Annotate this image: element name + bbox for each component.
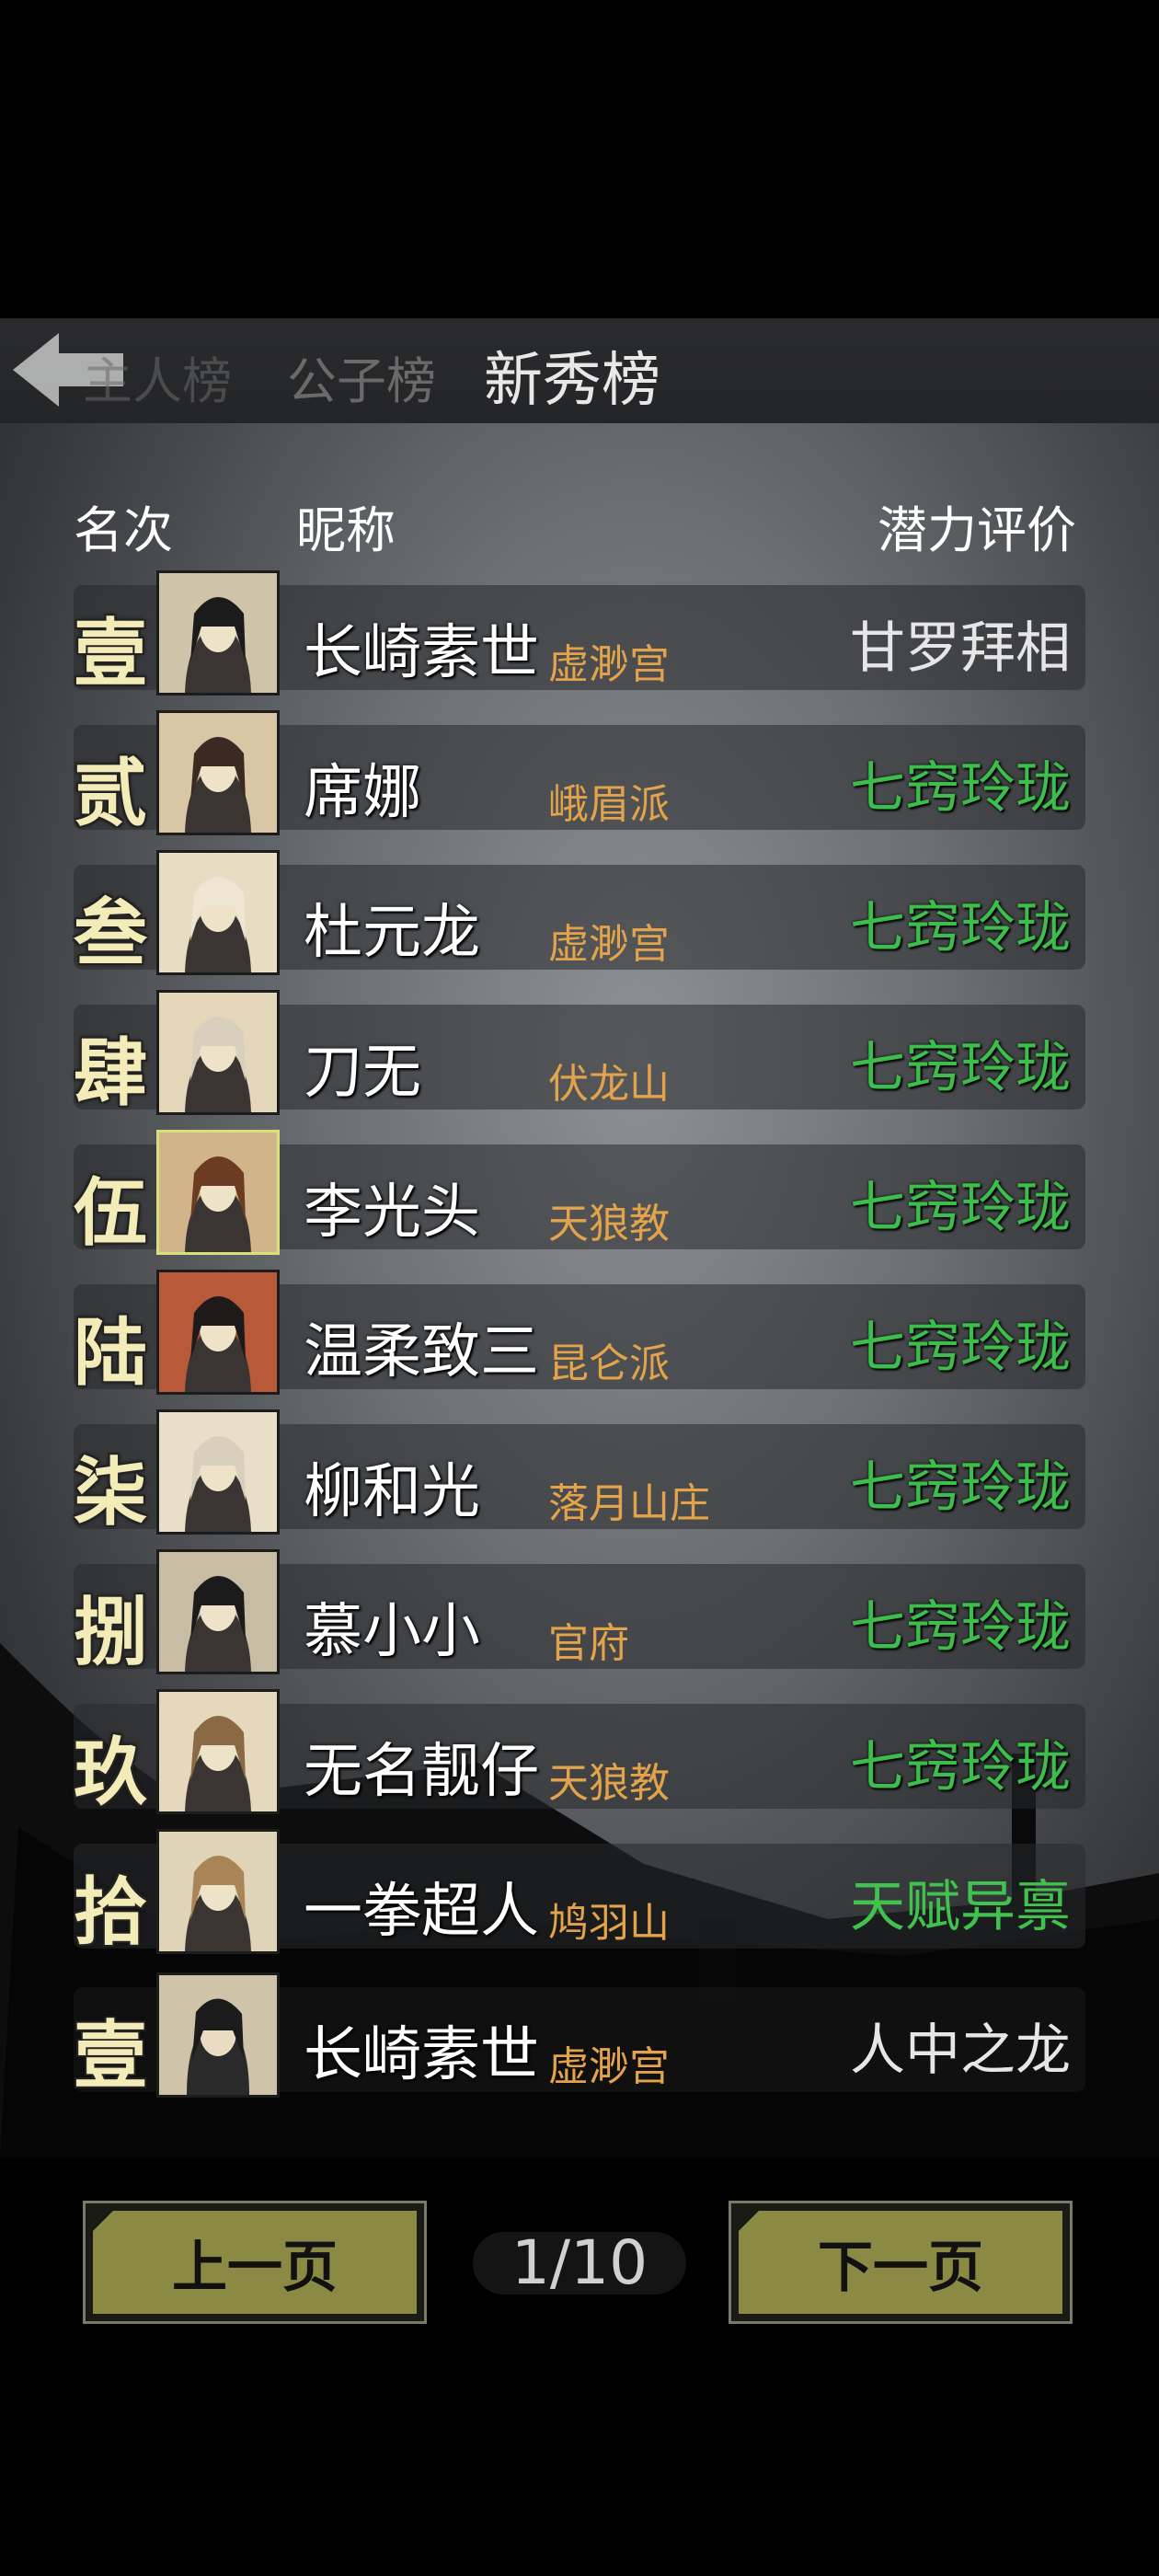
ranking-row[interactable]: 捌 慕小小 官府 七窍玲珑	[74, 1549, 1085, 1675]
player-nickname: 无名靓仔	[304, 1738, 539, 1806]
player-rating: 七窍玲珑	[850, 896, 1071, 960]
player-sect: 虚渺宫	[548, 921, 670, 968]
player-sect: 鸠羽山	[548, 1900, 670, 1947]
player-nickname: 席娜	[304, 759, 421, 827]
tab-rookie[interactable]: 新秀榜	[484, 333, 660, 418]
player-nickname: 柳和光	[304, 1458, 480, 1526]
ranking-row[interactable]: 壹 长崎素世 虚渺宫 甘罗拜相	[74, 570, 1085, 696]
prev-page-label: 上一页	[93, 2211, 417, 2314]
ranking-row[interactable]: 拾 一拳超人 鸠羽山 天赋异禀	[74, 1829, 1085, 1955]
player-sect: 虚渺宫	[548, 2043, 670, 2090]
avatar	[156, 1270, 280, 1395]
player-sect: 虚渺宫	[548, 641, 670, 688]
player-nickname: 慕小小	[304, 1598, 480, 1666]
player-rating: 天赋异禀	[850, 1875, 1071, 1939]
player-rating: 人中之龙	[850, 2018, 1071, 2083]
player-nickname: 长崎素世	[304, 2021, 539, 2089]
avatar	[156, 570, 280, 696]
rank-label: 拾	[74, 1869, 147, 1955]
tab-bar: 主人榜 公子榜 新秀榜	[0, 318, 1159, 423]
player-sect: 天狼教	[548, 1760, 670, 1807]
player-sect: 峨眉派	[548, 781, 670, 828]
player-rating: 七窍玲珑	[850, 1316, 1071, 1380]
header-rating: 潜力评价	[878, 501, 1076, 559]
my-rank-row[interactable]: 壹 长崎素世 虚渺宫 人中之龙	[74, 1972, 1085, 2099]
player-nickname: 刀无	[304, 1039, 421, 1107]
player-sect: 官府	[548, 1620, 629, 1667]
rank-label: 陆	[74, 1309, 147, 1396]
rank-label: 伍	[74, 1169, 147, 1256]
avatar	[156, 1130, 280, 1255]
tab-gentleman[interactable]: 公子榜	[287, 340, 436, 413]
player-sect: 天狼教	[548, 1201, 670, 1248]
player-nickname: 长崎素世	[304, 619, 539, 687]
avatar	[156, 1829, 280, 1954]
player-sect: 伏龙山	[548, 1061, 670, 1108]
ranking-row[interactable]: 陆 温柔致三 昆仑派 七窍玲珑	[74, 1270, 1085, 1396]
ranking-row[interactable]: 贰 席娜 峨眉派 七窍玲珑	[74, 710, 1085, 836]
player-rating: 甘罗拜相	[850, 616, 1071, 681]
rank-label: 叁	[74, 890, 147, 976]
player-sect: 昆仑派	[548, 1340, 670, 1387]
player-nickname: 温柔致三	[304, 1318, 539, 1386]
next-page-label: 下一页	[739, 2211, 1062, 2314]
ranking-row[interactable]: 伍 李光头 天狼教 七窍玲珑	[74, 1130, 1085, 1256]
avatar	[156, 1689, 280, 1814]
player-rating: 七窍玲珑	[850, 1455, 1071, 1520]
ranking-panel: 主人榜 公子榜 新秀榜 名次 昵称 潜力评价 壹长崎素世 虚渺宫 甘罗拜相贰席娜 峨眉…	[0, 318, 1159, 2158]
rank-label: 柒	[74, 1449, 147, 1535]
player-sect: 落月山庄	[548, 1480, 710, 1527]
player-nickname: 李光头	[304, 1179, 480, 1247]
page-indicator: 1/10	[473, 2232, 686, 2294]
ranking-row[interactable]: 肆 刀无 伏龙山 七窍玲珑	[74, 990, 1085, 1116]
player-nickname: 一拳超人	[304, 1878, 539, 1946]
rank-label: 壹	[74, 610, 147, 696]
player-rating: 七窍玲珑	[850, 756, 1071, 821]
avatar	[156, 850, 280, 975]
prev-page-button[interactable]: 上一页	[83, 2201, 427, 2324]
rank-label: 玖	[74, 1729, 147, 1815]
ranking-row[interactable]: 玖 无名靓仔 天狼教 七窍玲珑	[74, 1689, 1085, 1815]
header-rank: 名次	[74, 501, 173, 559]
ranking-row[interactable]: 叁 杜元龙 虚渺宫 七窍玲珑	[74, 850, 1085, 976]
rank-label: 贰	[74, 750, 147, 836]
rank-label: 壹	[74, 2012, 147, 2099]
player-rating: 七窍玲珑	[850, 1176, 1071, 1240]
player-rating: 七窍玲珑	[850, 1036, 1071, 1100]
ranking-row[interactable]: 柒 柳和光 落月山庄 七窍玲珑	[74, 1409, 1085, 1535]
avatar	[156, 1409, 280, 1535]
player-rating: 七窍玲珑	[850, 1595, 1071, 1660]
next-page-button[interactable]: 下一页	[729, 2201, 1073, 2324]
rank-label: 肆	[74, 1029, 147, 1116]
avatar	[156, 990, 280, 1115]
avatar	[156, 1972, 280, 2098]
header-nick: 昵称	[296, 501, 396, 559]
player-nickname: 杜元龙	[304, 899, 480, 967]
rank-label: 捌	[74, 1589, 147, 1675]
player-rating: 七窍玲珑	[850, 1735, 1071, 1800]
avatar	[156, 710, 280, 835]
avatar	[156, 1549, 280, 1674]
tab-master[interactable]: 主人榜	[83, 340, 232, 413]
